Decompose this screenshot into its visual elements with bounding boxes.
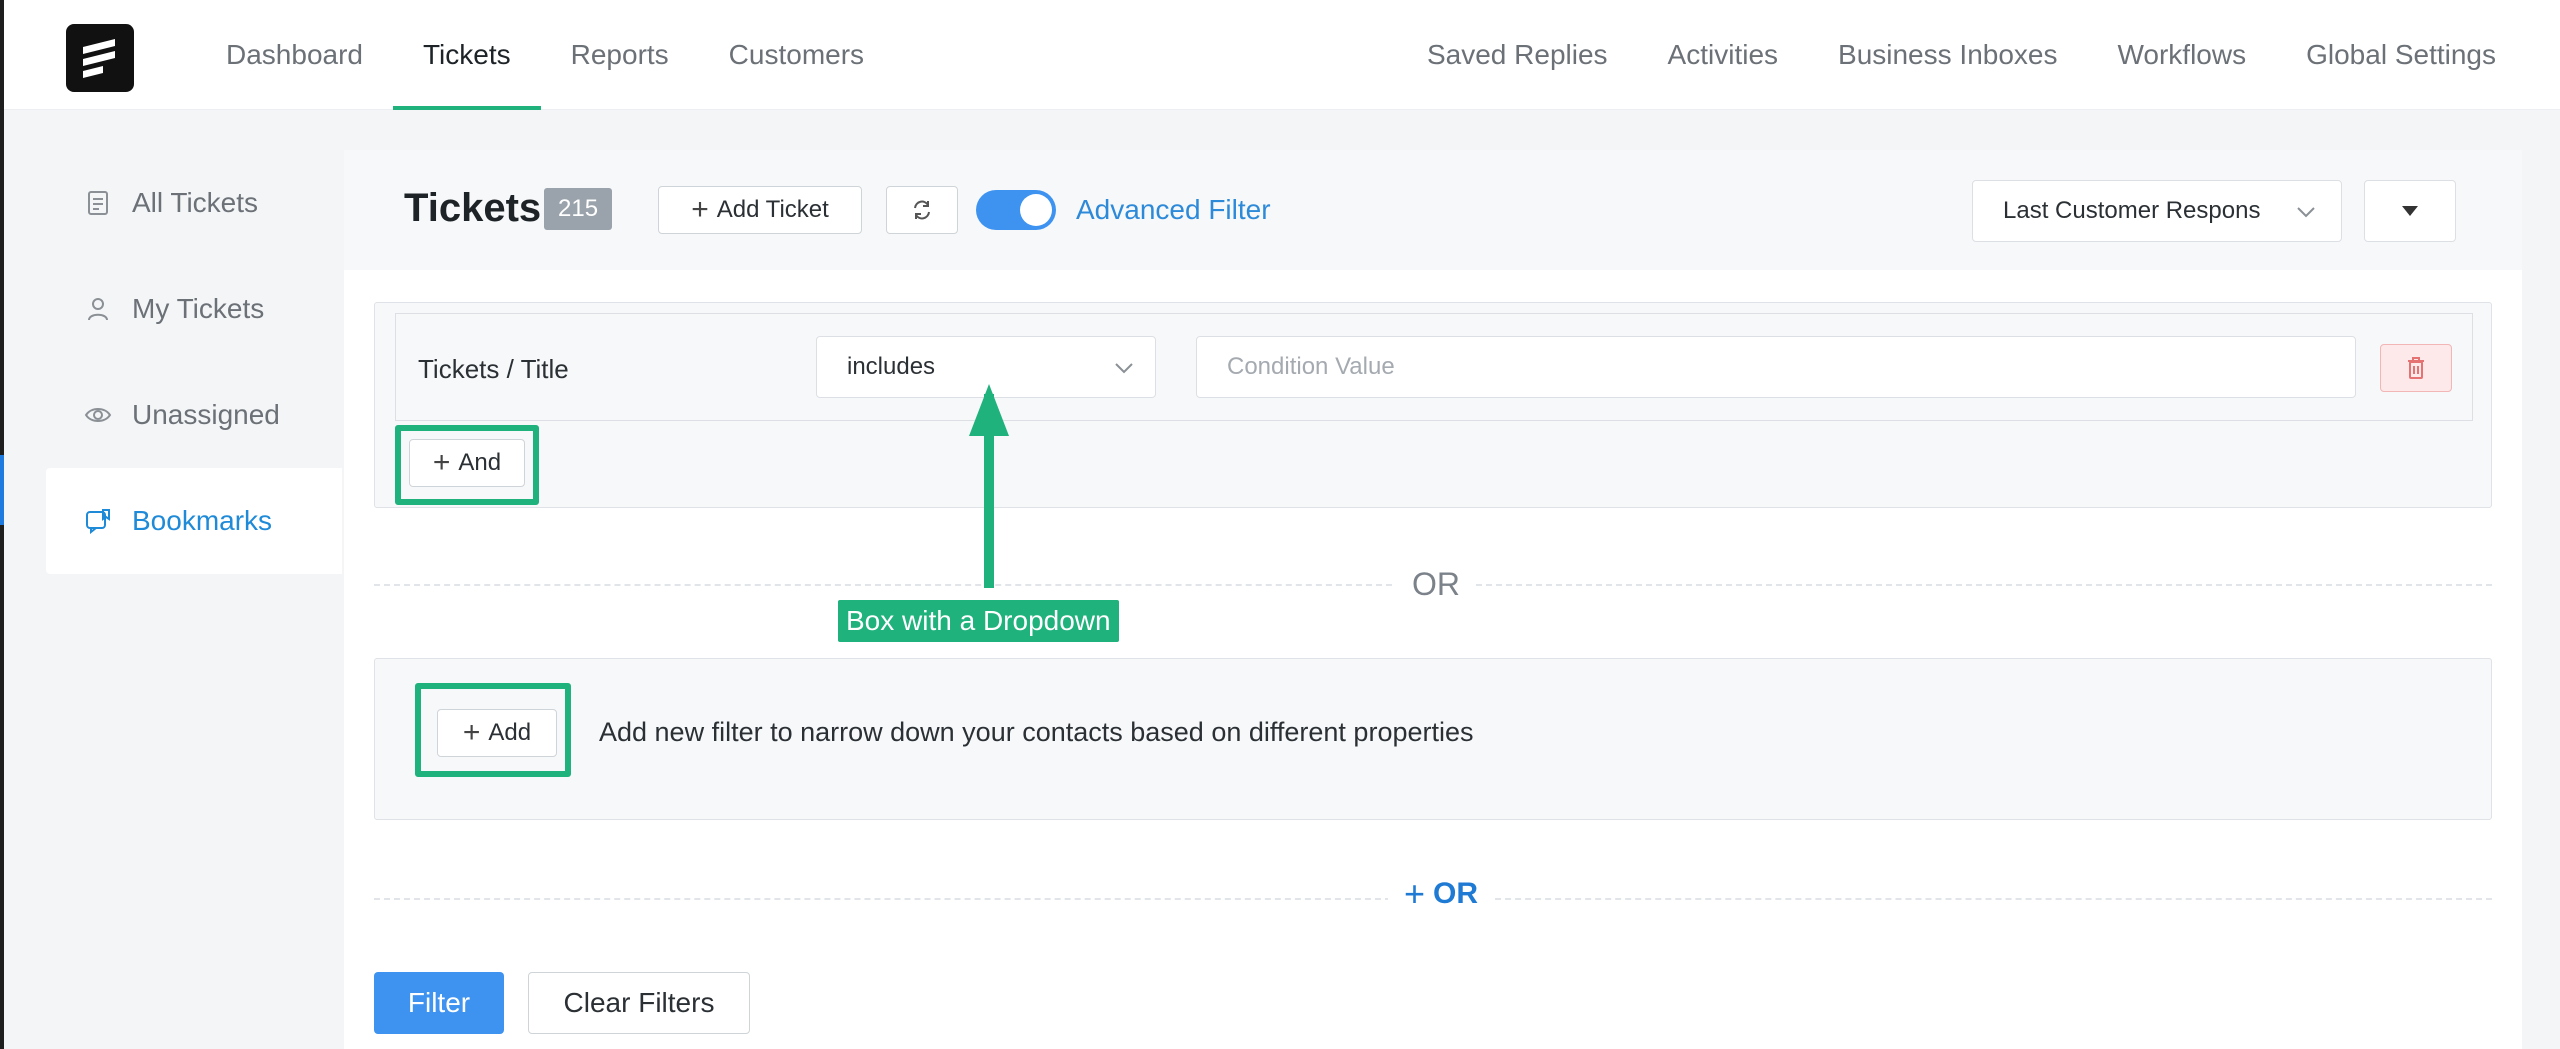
advanced-filter-label[interactable]: Advanced Filter [1076,194,1271,226]
plus-icon: + [432,446,451,479]
primary-nav: Dashboard Tickets Reports Customers [196,0,894,110]
nav-activities[interactable]: Activities [1638,0,1808,110]
nav-saved-replies[interactable]: Saved Replies [1397,0,1638,110]
delete-condition-button[interactable] [2380,344,2452,392]
annotation-label: Box with a Dropdown [838,600,1119,642]
add-filter-hint: Add new filter to narrow down your conta… [599,717,1474,747]
nav-business-inboxes[interactable]: Business Inboxes [1808,0,2087,110]
condition-operator-value: includes [847,353,936,380]
add-ticket-label: Add Ticket [716,196,829,223]
advanced-filter-toggle[interactable] [976,190,1056,230]
nav-customers[interactable]: Customers [699,0,894,110]
filter-group-2: + Add Add new filter to narrow down your… [374,658,2492,820]
window-edge-accent [0,455,4,525]
condition-value-input[interactable] [1196,336,2356,398]
plus-icon: + [691,193,709,226]
app-logo[interactable] [66,24,134,92]
document-icon [84,189,112,217]
page-title: Tickets [404,186,542,230]
and-button-label: And [458,449,502,476]
add-ticket-button[interactable]: + Add Ticket [658,186,862,234]
sort-order-dropdown[interactable] [2364,180,2456,242]
annotation-arrow-head [969,384,1009,436]
main-panel: Tickets 215 + Add Ticket Advanced Filter… [344,150,2522,1049]
filter-button[interactable]: Filter [374,972,504,1034]
clear-filters-button[interactable]: Clear Filters [528,972,750,1034]
or-divider-left [374,584,1392,586]
add-or-group-button[interactable]: + OR [1388,873,1495,914]
plus-icon: + [1404,873,1426,914]
ticket-count-badge: 215 [544,188,613,230]
top-nav: Dashboard Tickets Reports Customers Save… [0,0,2560,110]
sidebar-item-label: Bookmarks [132,505,273,536]
trash-icon [2408,357,2424,379]
nav-workflows[interactable]: Workflows [2087,0,2276,110]
sidebar-item-label: All Tickets [132,187,259,218]
sidebar-item-label: My Tickets [132,293,265,324]
chevron-down-icon [1115,363,1133,374]
nav-reports[interactable]: Reports [541,0,699,110]
nav-dashboard[interactable]: Dashboard [196,0,393,110]
add-or-label: OR [1433,877,1479,910]
sidebar-item-label: Unassigned [132,399,280,430]
nav-global-settings[interactable]: Global Settings [2276,0,2526,110]
condition-field[interactable]: Tickets / Title [418,354,569,385]
sort-by-select[interactable]: Last Customer Respons [1972,180,2342,242]
filter-condition-row: Tickets / Title includes [395,313,2473,421]
logo-mark-icon [83,39,115,78]
secondary-nav: Saved Replies Activities Business Inboxe… [1397,0,2526,110]
user-icon [84,295,112,323]
tickets-header: Tickets 215 + Add Ticket Advanced Filter… [344,150,2522,270]
add-and-condition-button[interactable]: + And [409,439,525,487]
or-divider-right [1476,584,2492,586]
bookmark-icon [84,507,112,535]
refresh-button[interactable] [886,186,958,234]
caret-down-icon [2402,206,2418,216]
sidebar: All Tickets My Tickets Unassigned Bookma… [46,150,342,574]
add-button-label: Add [488,719,532,746]
add-filter-button[interactable]: + Add [437,709,557,757]
refresh-icon [914,200,930,220]
sidebar-item-all-tickets[interactable]: All Tickets [46,150,342,256]
or-divider-label: OR [1412,566,1460,602]
sidebar-item-unassigned[interactable]: Unassigned [46,362,342,468]
sidebar-item-my-tickets[interactable]: My Tickets [46,256,342,362]
filter-group-1: Tickets / Title includes + And [374,302,2492,508]
eye-icon [84,401,112,429]
nav-tickets[interactable]: Tickets [392,0,541,110]
plus-icon: + [462,716,481,749]
sort-by-value: Last Customer Respons [2003,197,2261,224]
toggle-knob [1020,194,1052,226]
chevron-down-icon [2297,207,2315,218]
sidebar-item-bookmarks[interactable]: Bookmarks [46,468,342,574]
